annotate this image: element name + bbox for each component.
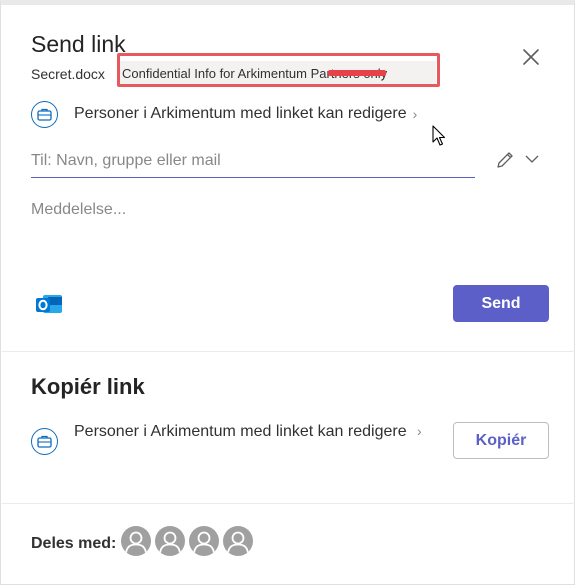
briefcase-icon	[31, 428, 58, 455]
annotation-highlight-box	[117, 53, 440, 87]
recipient-input[interactable]	[31, 145, 475, 178]
copy-permission-text: Personer i Arkimentum med linket kan red…	[74, 420, 422, 443]
outlook-icon[interactable]	[34, 290, 64, 318]
pencil-icon[interactable]	[495, 150, 515, 170]
send-button[interactable]: Send	[453, 285, 549, 322]
chevron-right-icon: ›	[412, 106, 418, 122]
briefcase-icon	[31, 100, 58, 128]
link-permission-settings[interactable]: Personer i Arkimentum med linket kan red…	[31, 100, 417, 128]
message-input[interactable]	[31, 201, 536, 261]
share-dialog: Send link Secret.docx Confidential Info …	[0, 0, 575, 585]
copy-link-title: Kopiér link	[31, 374, 145, 399]
avatar[interactable]	[121, 526, 151, 556]
person-icon	[193, 531, 215, 554]
mouse-cursor	[432, 125, 446, 146]
file-name: Secret.docx	[31, 66, 105, 82]
person-icon	[125, 531, 147, 554]
chevron-right-icon: ›	[417, 423, 422, 439]
copy-permission-label: Personer i Arkimentum med linket kan red…	[74, 423, 407, 440]
dialog-title: Send link	[31, 31, 126, 57]
avatar[interactable]	[189, 526, 219, 556]
section-divider	[2, 503, 575, 504]
avatar[interactable]	[223, 526, 253, 556]
close-icon[interactable]	[519, 45, 543, 69]
chevron-down-icon[interactable]	[524, 152, 540, 166]
copy-link-permission-settings[interactable]: Personer i Arkimentum med linket kan red…	[31, 420, 431, 455]
shared-with-label: Deles med:	[31, 535, 117, 552]
person-icon	[159, 531, 181, 554]
shared-avatars	[121, 526, 253, 556]
section-divider	[2, 351, 575, 352]
avatar[interactable]	[155, 526, 185, 556]
copy-button[interactable]: Kopiér	[453, 422, 549, 459]
person-icon	[227, 531, 249, 554]
permission-text: Personer i Arkimentum med linket kan red…	[74, 105, 407, 122]
